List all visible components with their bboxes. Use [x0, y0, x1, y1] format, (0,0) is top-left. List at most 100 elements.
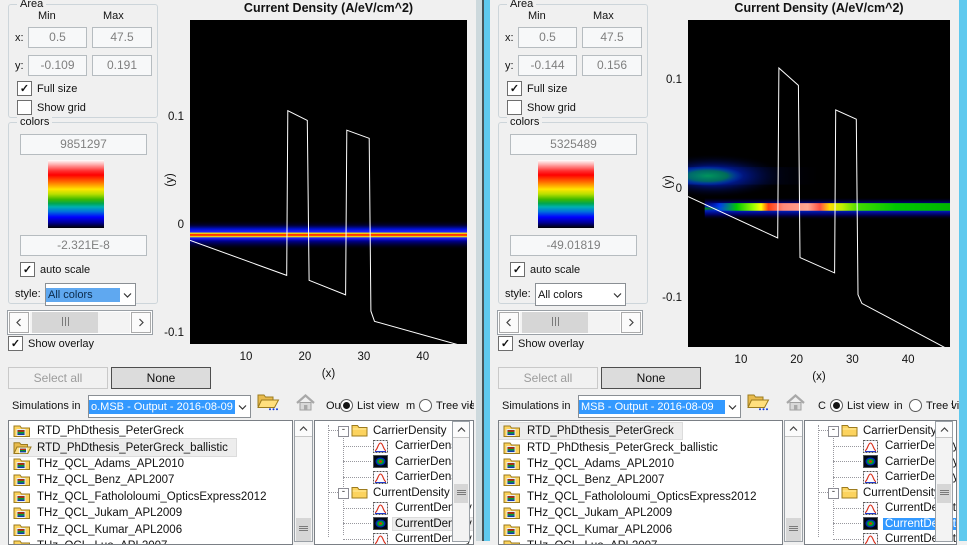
list-item[interactable]: RTD_PhDthesis_PeterGreck [499, 423, 682, 439]
full-size-checkbox[interactable]: ✓ Full size [17, 81, 77, 96]
list-item[interactable]: THz_QCL_Adams_APL2010 [9, 456, 192, 472]
scroll-left-icon[interactable] [9, 312, 29, 333]
tree-item[interactable]: CurrentDensity [315, 532, 473, 545]
tree-item[interactable]: CurrentDensity [805, 501, 956, 517]
list-item[interactable]: THz_QCL_Luo_APL2007 [9, 538, 175, 545]
show-grid-checkbox[interactable]: Show grid [17, 100, 86, 115]
tree-item[interactable]: CurrentDensity [315, 516, 473, 532]
chevron-down-icon[interactable] [235, 404, 250, 410]
scroll-up-icon[interactable] [453, 422, 469, 438]
tree-item[interactable]: -CarrierDensity [315, 423, 473, 439]
plot-canvas[interactable] [688, 20, 950, 347]
scrollbar-thumb[interactable] [454, 484, 468, 503]
collapse-icon[interactable]: - [338, 426, 349, 437]
simulations-list[interactable]: RTD_PhDthesis_PeterGreckRTD_PhDthesis_Pe… [8, 420, 293, 545]
list-item[interactable]: THz_QCL_Luo_APL2007 [499, 538, 665, 545]
list-item[interactable]: THz_QCL_Kumar_APL2006 [499, 521, 680, 537]
list-item[interactable]: THz_QCL_Adams_APL2010 [499, 456, 682, 472]
list-item[interactable]: THz_QCL_Jukam_APL2009 [9, 505, 190, 521]
select-all-button[interactable]: Select all [8, 367, 108, 389]
scroll-right-icon[interactable] [621, 312, 641, 333]
list-item[interactable]: RTD_PhDthesis_PeterGreck [9, 423, 192, 439]
x-max-input[interactable]: 47.5 [92, 27, 152, 48]
scrollbar-thumb[interactable] [296, 518, 311, 541]
chevron-down-icon[interactable] [120, 292, 135, 298]
color-max-value[interactable]: 5325489 [510, 134, 637, 155]
color-min-value[interactable]: -2.321E-8 [20, 235, 147, 256]
full-size-checkbox[interactable]: ✓ Full size [507, 81, 567, 96]
auto-scale-checkbox[interactable]: ✓ auto scale [20, 262, 90, 277]
tree-item[interactable]: CarrierDensity [315, 470, 473, 486]
output-tree[interactable]: -CarrierDensityCarrierDensityCarrierDens… [314, 420, 474, 545]
x-min-input[interactable]: 0.5 [28, 27, 87, 48]
clipped-text-fragment: in [894, 400, 903, 412]
list-scrollbar[interactable] [784, 420, 803, 542]
y-min-input[interactable]: -0.109 [28, 55, 87, 76]
chart-heat-icon [373, 517, 388, 532]
tree-item[interactable]: CarrierDensity [315, 454, 473, 470]
tree-item[interactable]: CurrentDensity [805, 516, 956, 532]
simulations-list[interactable]: RTD_PhDthesis_PeterGreckRTD_PhDthesis_Pe… [498, 420, 783, 545]
tree-item[interactable]: -CarrierDensity [805, 423, 956, 439]
home-icon[interactable] [295, 394, 316, 414]
tree-scrollbar[interactable] [452, 421, 470, 542]
chevron-down-icon[interactable] [610, 292, 625, 298]
x-max-input[interactable]: 47.5 [582, 27, 642, 48]
color-max-value[interactable]: 9851297 [20, 134, 147, 155]
scroll-up-icon[interactable] [295, 421, 312, 437]
y-max-input[interactable]: 0.156 [582, 55, 642, 76]
style-combobox[interactable]: All colors [535, 283, 626, 306]
show-overlay-checkbox[interactable]: ✓ Show overlay [498, 336, 584, 351]
browse-folder-icon[interactable] [747, 393, 770, 414]
list-item[interactable]: RTD_PhDthesis_PeterGreck_ballistic [9, 439, 236, 455]
y-min-input[interactable]: -0.144 [518, 55, 577, 76]
tree-item[interactable]: CarrierDensity [805, 470, 956, 486]
color-min-value[interactable]: -49.01819 [510, 235, 637, 256]
tree-item[interactable]: -CurrentDensity [315, 485, 473, 501]
list-item[interactable]: RTD_PhDthesis_PeterGreck_ballistic [499, 439, 726, 455]
scrollbar-thumb[interactable] [786, 518, 801, 541]
tree-item[interactable]: CarrierDensity [805, 439, 956, 455]
list-item[interactable]: THz_QCL_Fathololoumi_OpticsExpress2012 [9, 489, 274, 505]
collapse-icon[interactable]: - [828, 488, 839, 499]
scrollbar-track[interactable] [30, 312, 130, 333]
plot-pan-scrollbar[interactable] [497, 310, 643, 335]
tree-item[interactable]: CarrierDensity [315, 439, 473, 455]
scrollbar-track[interactable] [520, 312, 620, 333]
auto-scale-checkbox[interactable]: ✓ auto scale [510, 262, 580, 277]
list-view-radio[interactable]: List view [340, 399, 399, 412]
list-item[interactable]: THz_QCL_Benz_APL2007 [9, 472, 182, 488]
simulations-combobox[interactable]: o.MSB - Output - 2016-08-09 [88, 395, 251, 418]
chevron-down-icon[interactable] [725, 404, 740, 410]
home-icon[interactable] [785, 394, 806, 414]
style-combobox[interactable]: All colors [45, 283, 136, 306]
list-item[interactable]: THz_QCL_Fathololoumi_OpticsExpress2012 [499, 489, 764, 505]
list-item[interactable]: THz_QCL_Jukam_APL2009 [499, 505, 680, 521]
list-item[interactable]: THz_QCL_Benz_APL2007 [499, 472, 672, 488]
scrollbar-thumb[interactable] [522, 312, 588, 333]
scroll-up-icon[interactable] [936, 422, 952, 438]
y-max-input[interactable]: 0.191 [92, 55, 152, 76]
select-all-button[interactable]: Select all [498, 367, 598, 389]
list-item[interactable]: THz_QCL_Kumar_APL2006 [9, 521, 190, 537]
list-view-radio[interactable]: List view [830, 399, 889, 412]
scrollbar-thumb[interactable] [937, 484, 951, 503]
show-overlay-checkbox[interactable]: ✓ Show overlay [8, 336, 94, 351]
x-min-input[interactable]: 0.5 [518, 27, 577, 48]
tree-item[interactable]: CurrentDensity [805, 532, 956, 545]
tree-scrollbar[interactable] [935, 421, 953, 542]
plot-canvas[interactable] [190, 20, 467, 344]
scrollbar-thumb[interactable] [32, 312, 98, 333]
tree-item[interactable]: -CurrentDensity [805, 485, 956, 501]
plot-pan-scrollbar[interactable] [7, 310, 153, 335]
show-grid-checkbox[interactable]: Show grid [507, 100, 576, 115]
list-scrollbar[interactable] [294, 420, 313, 542]
scroll-up-icon[interactable] [785, 421, 802, 437]
scroll-left-icon[interactable] [499, 312, 519, 333]
collapse-icon[interactable]: - [338, 488, 349, 499]
simulations-combobox[interactable]: MSB - Output - 2016-08-09 [578, 395, 741, 418]
tree-item[interactable]: CurrentDensity [315, 501, 473, 517]
tree-item[interactable]: CarrierDensity [805, 454, 956, 470]
collapse-icon[interactable]: - [828, 426, 839, 437]
browse-folder-icon[interactable] [257, 393, 280, 414]
